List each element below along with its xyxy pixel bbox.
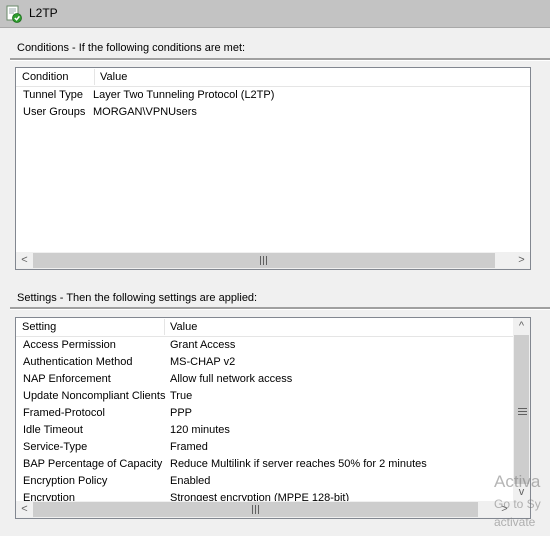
table-row[interactable]: Tunnel Type Layer Two Tunneling Protocol… [16,87,530,104]
column-header-value[interactable]: Value [164,318,504,336]
setting-value: Framed [170,441,208,453]
condition-name: User Groups [23,106,86,118]
setting-name: NAP Enforcement [23,373,111,385]
setting-name: Authentication Method [23,356,133,368]
scroll-left-button[interactable]: < [16,501,33,518]
conditions-list[interactable]: Condition Value Tunnel Type Layer Two Tu… [15,67,531,270]
grip-icon [260,256,269,265]
column-header-setting[interactable]: Setting [16,318,166,336]
watermark-line-3: activate [494,515,536,529]
settings-list[interactable]: Setting Value Access Permission Grant Ac… [15,317,531,519]
scroll-left-button[interactable]: < [16,252,33,269]
setting-value: Enabled [170,475,211,487]
watermark-line-2: Go to Sy [494,497,541,511]
setting-value: MS-CHAP v2 [170,356,236,368]
grip-icon [251,505,261,514]
setting-value: True [170,390,193,402]
settings-list-header: Setting Value [16,318,513,337]
conditions-section-title: Conditions - If the following conditions… [17,42,246,54]
scroll-up-button[interactable]: ^ [513,318,530,335]
window-title: L2TP [29,6,58,20]
setting-value: Allow full network access [170,373,293,385]
setting-value: Grant Access [170,339,236,351]
conditions-horizontal-scrollbar[interactable]: < > [16,252,530,269]
table-row[interactable]: Authentication Method MS-CHAP v2 [16,354,513,371]
setting-name: Framed-Protocol [23,407,105,419]
condition-value: Layer Two Tunneling Protocol (L2TP) [93,89,275,101]
scrollbar-thumb[interactable] [514,335,529,484]
settings-section-title: Settings - Then the following settings a… [17,292,258,304]
setting-name: Update Noncompliant Clients [23,390,166,402]
setting-value: 120 minutes [170,424,230,436]
setting-name: Access Permission [23,339,116,351]
setting-value: Reduce Multilink if server reaches 50% f… [170,458,427,470]
table-row[interactable]: BAP Percentage of Capacity Reduce Multil… [16,456,513,473]
setting-value: PPP [170,407,193,419]
table-row[interactable]: Access Permission Grant Access [16,337,513,354]
setting-name: Encryption Policy [23,475,108,487]
table-row[interactable]: Service-Type Framed [16,439,513,456]
grip-icon [518,405,527,415]
setting-name: Idle Timeout [23,424,83,436]
title-bar: L2TP [0,0,550,28]
conditions-list-header: Condition Value [16,68,530,87]
column-header-condition[interactable]: Condition [16,68,95,86]
table-row[interactable]: Framed-Protocol PPP [16,405,513,422]
table-row[interactable]: Update Noncompliant Clients True [16,388,513,405]
condition-name: Tunnel Type [23,89,83,101]
setting-name: BAP Percentage of Capacity [23,458,163,470]
scrollbar-thumb[interactable] [33,253,495,268]
setting-name: Service-Type [23,441,88,453]
settings-horizontal-scrollbar[interactable]: < > [16,501,513,518]
scroll-right-button[interactable]: > [513,252,530,269]
table-row[interactable]: NAP Enforcement Allow full network acces… [16,371,513,388]
column-header-value[interactable]: Value [94,68,494,86]
watermark-line-1: Activa [494,472,541,491]
table-row[interactable]: Idle Timeout 120 minutes [16,422,513,439]
condition-value: MORGAN\VPNUsers [93,106,197,118]
policy-checkmark-icon [6,5,22,23]
table-row[interactable]: Encryption Policy Enabled [16,473,513,490]
scrollbar-thumb[interactable] [33,502,478,517]
conditions-divider [10,58,550,61]
table-row[interactable]: User Groups MORGAN\VPNUsers [16,104,530,121]
settings-divider [10,307,550,310]
